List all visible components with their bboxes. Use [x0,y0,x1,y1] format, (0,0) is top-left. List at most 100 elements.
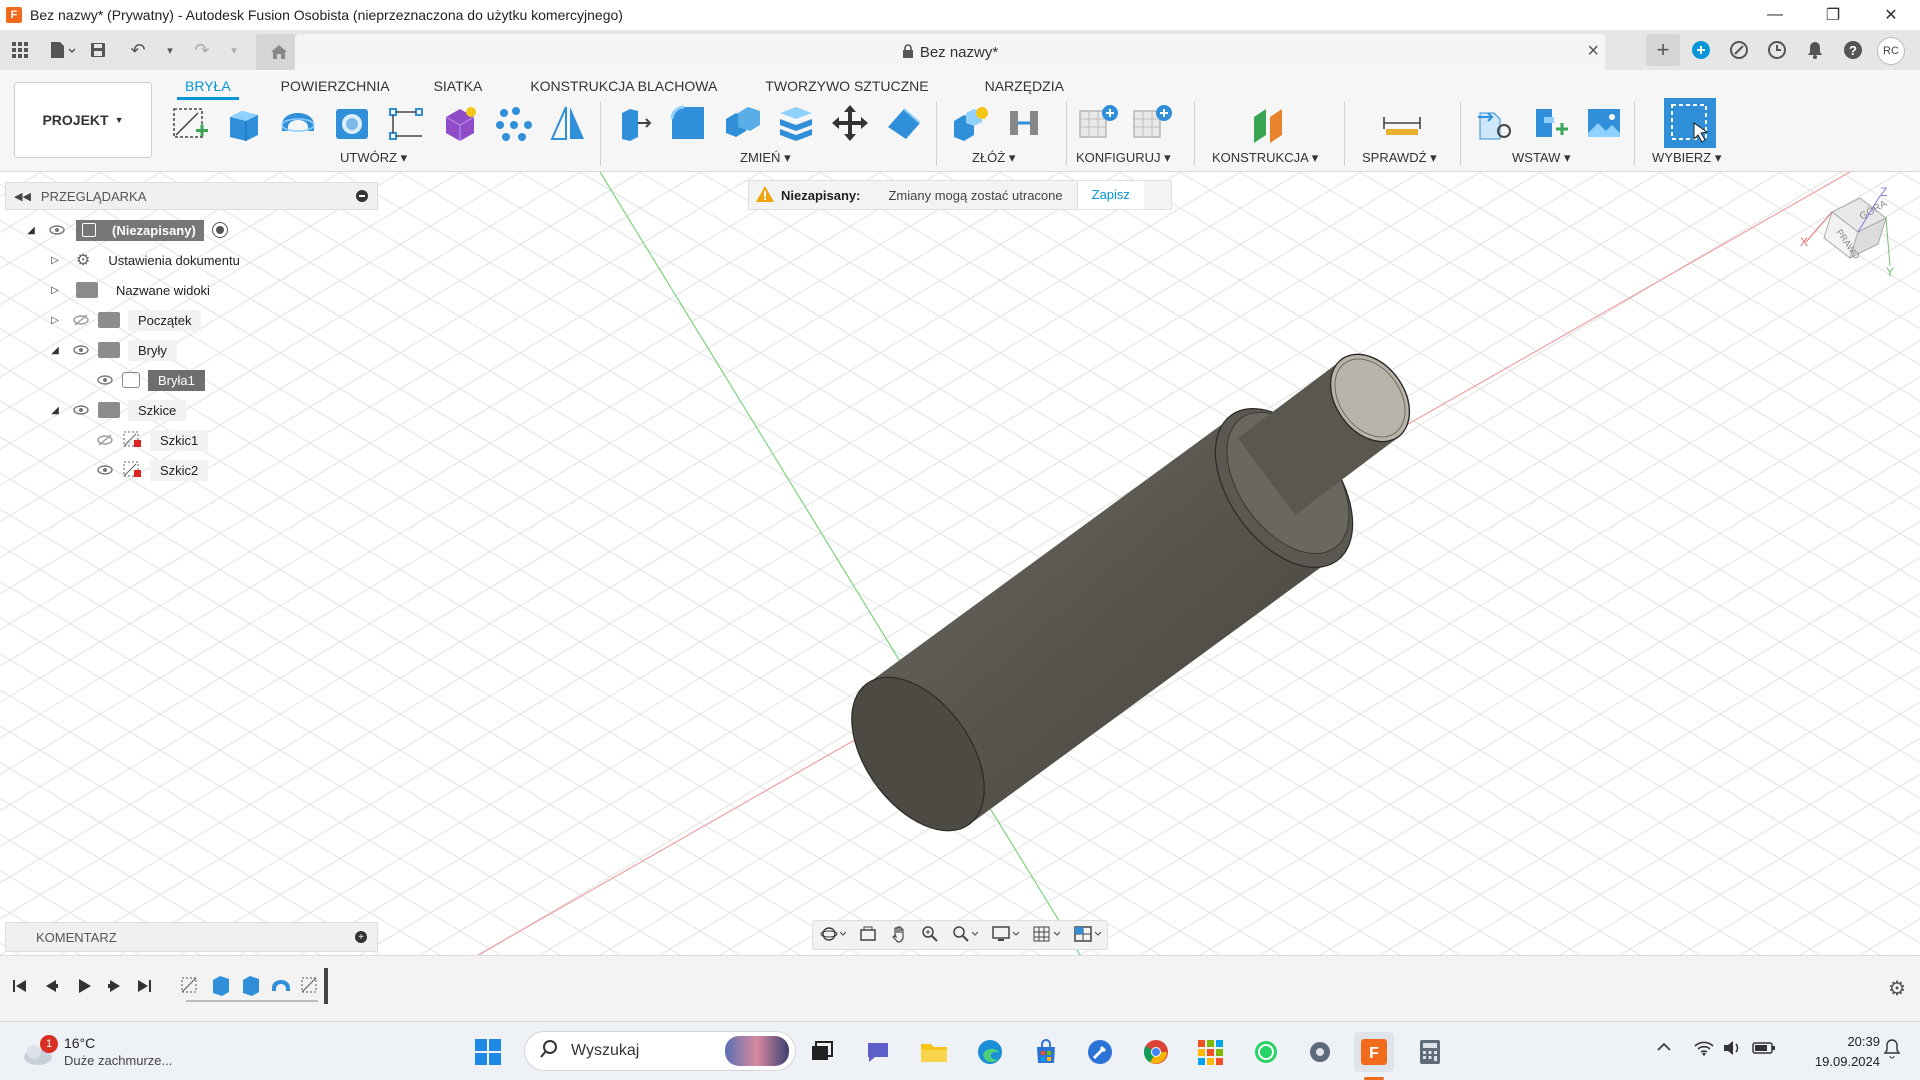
user-avatar[interactable]: RC [1877,37,1905,65]
inspect-group-label[interactable]: SPRAWDŹ ▾ [1362,150,1437,166]
assemble-group-label[interactable]: ZŁÓŻ ▾ [972,150,1015,166]
combine-icon[interactable] [720,100,764,146]
step-back-icon[interactable] [44,978,60,997]
point-pattern-icon[interactable] [492,100,536,146]
tree-item-root[interactable]: ◢ (Niezapisany) [24,217,228,243]
close-window-button[interactable]: ✕ [1862,0,1920,30]
draft-icon[interactable] [882,100,926,146]
visibility-eye-icon[interactable] [72,404,90,416]
tree-item-named-views[interactable]: ▷ Nazwane widoki [48,277,220,303]
play-icon[interactable] [76,978,92,997]
timeline-settings-gear-icon[interactable]: ⚙ [1888,976,1906,1001]
tab-surface[interactable]: POWIERZCHNIA [251,74,406,98]
redo-dropdown-icon[interactable]: ▾ [218,34,250,66]
tab-sheet-metal[interactable]: KONSTRUKCJA BLACHOWA [510,74,737,98]
task-view-icon[interactable] [802,1032,842,1072]
save-icon[interactable] [82,34,114,66]
tree-item-bodies[interactable]: ◢ Bryły [48,337,177,363]
app-grid-icon[interactable] [4,34,36,66]
tree-item-body1[interactable]: Bryła1 [72,367,205,393]
joint-icon[interactable] [1002,100,1046,146]
undo-dropdown-icon[interactable]: ▾ [154,34,186,66]
insert-canvas-icon[interactable] [1582,100,1626,146]
fit-zoom-icon[interactable] [952,925,978,946]
visibility-eye-icon[interactable] [48,224,66,236]
whatsapp-icon[interactable] [1246,1032,1286,1072]
press-pull-icon[interactable] [612,100,656,146]
new-component-icon[interactable] [948,100,992,146]
go-to-end-icon[interactable] [136,978,152,997]
tab-utilities[interactable]: NARZĘDZIA [957,74,1092,98]
settings-gear-icon[interactable] [1300,1032,1340,1072]
hidden-eye-icon[interactable] [72,314,90,326]
configure-table-icon[interactable] [1076,100,1120,146]
activate-radio-icon[interactable] [211,222,228,238]
3d-viewport[interactable] [0,172,1920,955]
tree-item-sketch1[interactable]: Szkic1 [72,427,209,453]
file-explorer-icon[interactable] [914,1032,954,1072]
view-cube[interactable]: GÓRA PRAWO Z X Y [1792,182,1902,282]
look-at-icon[interactable] [859,925,877,946]
collapsed-triangle-icon[interactable]: ▷ [48,255,62,266]
save-link-button[interactable]: Zapisz [1076,181,1144,209]
form-icon[interactable] [438,100,482,146]
chevron-up-icon[interactable] [1656,1040,1672,1055]
pin-panel-icon[interactable] [356,190,368,202]
help-icon[interactable]: ? [1836,34,1870,66]
timeline-revolve-icon[interactable] [270,974,292,999]
grid-settings-icon[interactable] [1032,925,1060,946]
clock[interactable]: 20:39 19.09.2024 [1790,1032,1880,1072]
battery-icon[interactable] [1752,1040,1776,1059]
comments-panel[interactable]: KOMENTARZ + [5,922,378,952]
tool-app-icon[interactable] [1080,1032,1120,1072]
notification-center-icon[interactable] [1882,1038,1902,1063]
grid-canvas[interactable] [0,172,1920,955]
minimize-button[interactable]: — [1746,0,1804,30]
expanded-triangle-icon[interactable]: ◢ [48,345,62,356]
new-tab-icon[interactable]: + [1646,34,1680,66]
construct-group-label[interactable]: KONSTRUKCJA ▾ [1212,150,1318,166]
move-icon[interactable] [828,100,872,146]
timeline-extrude2-icon[interactable] [240,974,262,999]
start-windows-icon[interactable] [468,1032,508,1072]
browser-header[interactable]: ◀◀ PRZEGLĄDARKA [5,182,378,210]
chrome-browser-icon[interactable] [1136,1032,1176,1072]
timeline-sketch1-icon[interactable] [180,974,202,999]
close-tab-icon[interactable]: × [1587,40,1599,63]
visibility-eye-icon[interactable] [72,344,90,356]
history-clock-icon[interactable] [1760,34,1794,66]
job-status-icon[interactable] [1722,34,1756,66]
undo-icon[interactable]: ↶ [122,34,154,66]
extrude-icon[interactable] [222,100,266,146]
notifications-bell-icon[interactable] [1798,34,1832,66]
step-forward-icon[interactable] [106,978,122,997]
fillet-icon[interactable] [666,100,710,146]
insert-derive-icon[interactable] [1474,100,1518,146]
microsoft-store-icon[interactable] [1026,1032,1066,1072]
create-sketch-icon[interactable] [168,100,212,146]
tab-plastic[interactable]: TWORZYWO SZTUCZNE [737,74,956,98]
visibility-eye-icon[interactable] [96,464,114,476]
insert-group-label[interactable]: WSTAW ▾ [1512,150,1571,166]
edge-browser-icon[interactable] [970,1032,1010,1072]
collapsed-triangle-icon[interactable]: ▷ [48,315,62,326]
expanded-triangle-icon[interactable]: ◢ [48,405,62,416]
measure-icon[interactable] [1380,100,1424,146]
revolve-icon[interactable] [276,100,320,146]
volume-icon[interactable] [1722,1040,1742,1059]
add-comment-icon[interactable]: + [355,931,367,943]
pan-hand-icon[interactable] [890,925,908,946]
timeline-extrude-icon[interactable] [210,974,232,999]
go-to-start-icon[interactable] [12,978,28,997]
configure-rules-icon[interactable] [1130,100,1174,146]
expanded-triangle-icon[interactable]: ◢ [24,225,38,236]
shell-icon[interactable] [774,100,818,146]
timeline-sketch2-icon[interactable] [300,974,322,999]
zoom-icon[interactable] [921,925,939,946]
insert-mcmaster-icon[interactable] [1528,100,1572,146]
mirror-icon[interactable] [546,100,590,146]
hidden-eye-icon[interactable] [96,434,114,446]
offset-plane-icon[interactable] [1246,100,1290,146]
visibility-eye-icon[interactable] [96,374,114,386]
taskbar-search-box[interactable]: Wyszukaj [524,1031,796,1071]
